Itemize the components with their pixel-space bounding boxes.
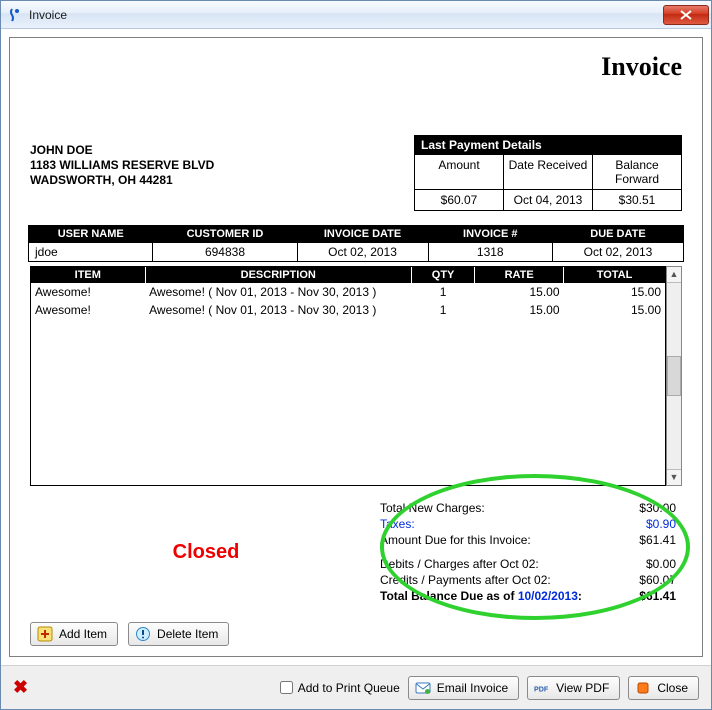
tot-taxes-label: Taxes: [380, 517, 415, 531]
cell-item: Awesome! [31, 283, 145, 301]
add-to-print-queue-input[interactable] [280, 681, 293, 694]
delete-item-button[interactable]: Delete Item [128, 622, 229, 646]
line-items-grid[interactable]: ITEM DESCRIPTION QTY RATE TOTAL Awesome!… [30, 266, 666, 486]
table-row[interactable]: Awesome!Awesome! ( Nov 01, 2013 - Nov 30… [31, 301, 665, 319]
tot-newcharges-value: $30.00 [639, 501, 676, 515]
last-payment-amount: $60.07 [415, 189, 503, 210]
meta-customer-header: CUSTOMER ID [153, 226, 297, 243]
email-invoice-label: Email Invoice [437, 681, 508, 695]
add-to-print-queue-label: Add to Print Queue [298, 681, 400, 695]
tot-credits-value: $60.07 [639, 573, 676, 587]
document-title: Invoice [30, 52, 682, 129]
add-item-icon [37, 626, 53, 642]
table-row[interactable]: Awesome!Awesome! ( Nov 01, 2013 - Nov 30… [31, 283, 665, 301]
col-qty: QTY [411, 267, 474, 283]
col-total: TOTAL [564, 267, 665, 283]
panel-buttons: Add Item Delete Item [30, 622, 682, 646]
last-payment-balance: $30.51 [592, 189, 681, 210]
tot-balance-label: Total Balance Due as of 10/02/2013: [380, 589, 582, 603]
meta-user-header: USER NAME [29, 226, 153, 243]
tot-amountdue-value: $61.41 [639, 533, 676, 547]
last-payment-balance-header: Balance Forward [592, 154, 681, 189]
totals-column: Total New Charges: $30.00 Taxes: $0.90 Amo… [378, 500, 678, 604]
invoice-document: Invoice JOHN DOE 1183 WILLIAMS RESERVE B… [9, 37, 703, 657]
tot-newcharges-label: Total New Charges: [380, 501, 485, 515]
tot-debits-value: $0.00 [646, 557, 676, 571]
meta-due-header: DUE DATE [552, 226, 683, 243]
cell-total: 15.00 [564, 301, 665, 319]
window-close-button[interactable] [663, 5, 709, 25]
last-payment-date-header: Date Received [503, 154, 592, 189]
header-block: JOHN DOE 1183 WILLIAMS RESERVE BLVD WADS… [30, 129, 682, 211]
cancel-icon[interactable]: ✖ [13, 677, 28, 698]
cell-desc: Awesome! ( Nov 01, 2013 - Nov 30, 2013 ) [145, 301, 411, 319]
last-payment-panel: Last Payment Details Amount Date Receive… [414, 135, 682, 211]
view-pdf-label: View PDF [556, 681, 609, 695]
window-title: Invoice [29, 8, 663, 22]
app-icon [7, 7, 23, 23]
col-rate: RATE [475, 267, 564, 283]
cell-rate: 15.00 [475, 283, 564, 301]
customer-address-line1: 1183 WILLIAMS RESERVE BLVD [30, 158, 414, 173]
col-item: ITEM [31, 267, 145, 283]
dialog-footer: ✖ Add to Print Queue Email Invoice PDF V… [1, 665, 711, 709]
last-payment-amount-header: Amount [415, 154, 503, 189]
add-item-button[interactable]: Add Item [30, 622, 118, 646]
totals-area: Closed Total New Charges: $30.00 Taxes: $0… [30, 486, 682, 610]
svg-text:PDF: PDF [534, 685, 549, 693]
meta-customer-value: 694838 [153, 243, 297, 262]
line-items-body: Awesome!Awesome! ( Nov 01, 2013 - Nov 30… [31, 283, 665, 319]
line-items-scrollbar[interactable]: ▲ ▼ [666, 266, 682, 486]
customer-name: JOHN DOE [30, 143, 414, 158]
scroll-thumb[interactable] [667, 356, 681, 396]
scroll-up-button[interactable]: ▲ [667, 267, 681, 283]
meta-invdate-header: INVOICE DATE [297, 226, 428, 243]
last-payment-date: Oct 04, 2013 [503, 189, 592, 210]
email-invoice-button[interactable]: Email Invoice [408, 676, 519, 700]
meta-invno-header: INVOICE # [428, 226, 552, 243]
tot-balance-value: $61.41 [639, 589, 676, 603]
customer-address-line2: WADSWORTH, OH 44281 [30, 173, 414, 188]
tot-amountdue-label: Amount Due for this Invoice: [380, 533, 531, 547]
view-pdf-button[interactable]: PDF View PDF [527, 676, 620, 700]
tot-debits-label: Debits / Charges after Oct 02: [380, 557, 539, 571]
email-icon [415, 680, 431, 696]
tot-taxes-value: $0.90 [646, 517, 676, 531]
cell-total: 15.00 [564, 283, 665, 301]
meta-invno-value: 1318 [428, 243, 552, 262]
cell-qty: 1 [411, 301, 474, 319]
titlebar: Invoice [1, 1, 711, 29]
cell-rate: 15.00 [475, 301, 564, 319]
customer-address: JOHN DOE 1183 WILLIAMS RESERVE BLVD WADS… [30, 143, 414, 188]
tot-credits-label: Credits / Payments after Oct 02: [380, 573, 551, 587]
col-desc: DESCRIPTION [145, 267, 411, 283]
scroll-down-button[interactable]: ▼ [667, 469, 681, 485]
cell-item: Awesome! [31, 301, 145, 319]
meta-due-value: Oct 02, 2013 [552, 243, 683, 262]
close-icon [635, 680, 651, 696]
delete-item-label: Delete Item [157, 627, 218, 641]
add-item-label: Add Item [59, 627, 107, 641]
meta-invdate-value: Oct 02, 2013 [297, 243, 428, 262]
line-items-area: ITEM DESCRIPTION QTY RATE TOTAL Awesome!… [30, 266, 682, 486]
close-button[interactable]: Close [628, 676, 699, 700]
delete-item-icon [135, 626, 151, 642]
cell-qty: 1 [411, 283, 474, 301]
invoice-window: Invoice Invoice JOHN DOE 1183 WILLIAMS R… [0, 0, 712, 710]
cell-desc: Awesome! ( Nov 01, 2013 - Nov 30, 2013 ) [145, 283, 411, 301]
last-payment-heading: Last Payment Details [415, 136, 681, 154]
invoice-meta-table: USER NAME CUSTOMER ID INVOICE DATE INVOI… [28, 225, 684, 262]
meta-user-value: jdoe [29, 243, 153, 262]
body-area: Invoice JOHN DOE 1183 WILLIAMS RESERVE B… [1, 29, 711, 665]
status-badge: Closed [173, 541, 240, 564]
close-button-label: Close [657, 681, 688, 695]
add-to-print-queue-checkbox[interactable]: Add to Print Queue [280, 681, 400, 695]
pdf-icon: PDF [534, 680, 550, 696]
